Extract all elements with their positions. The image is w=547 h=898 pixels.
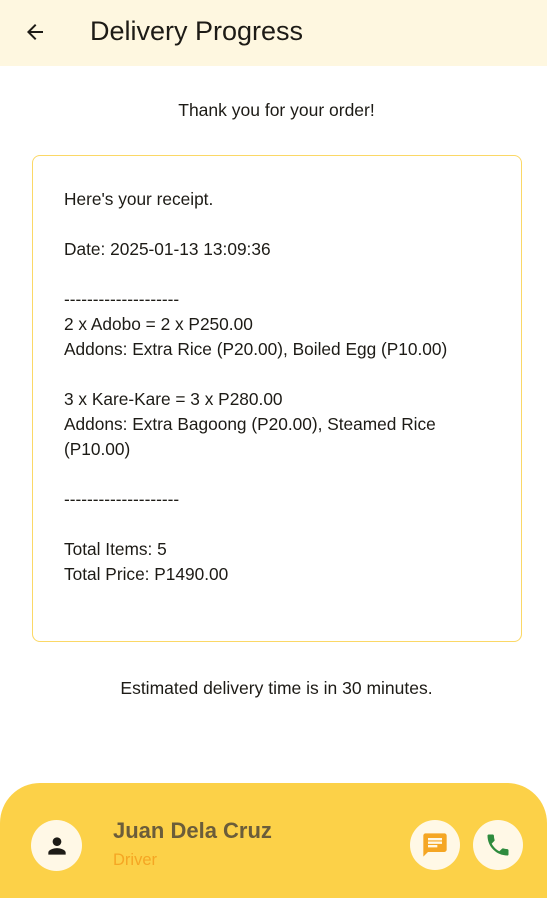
receipt-card: Here's your receipt. Date: 2025-01-13 13… — [32, 155, 522, 642]
call-driver-button[interactable] — [473, 820, 523, 870]
thank-you-message: Thank you for your order! — [178, 100, 375, 120]
receipt-text: Here's your receipt. Date: 2025-01-13 13… — [64, 189, 448, 584]
avatar — [31, 820, 82, 871]
chat-icon — [423, 833, 447, 857]
driver-panel: Juan Dela Cruz Driver — [0, 783, 547, 898]
person-icon — [47, 836, 66, 855]
driver-role: Driver — [113, 851, 157, 869]
arrow-back-icon — [27, 24, 43, 40]
back-button[interactable] — [14, 11, 56, 53]
delivery-eta: Estimated delivery time is in 30 minutes… — [120, 678, 433, 698]
phone-icon — [487, 834, 509, 856]
page-title: Delivery Progress — [90, 16, 304, 46]
app-bar: Delivery Progress — [0, 0, 547, 66]
driver-name: Juan Dela Cruz — [113, 818, 272, 843]
message-driver-button[interactable] — [410, 820, 460, 870]
